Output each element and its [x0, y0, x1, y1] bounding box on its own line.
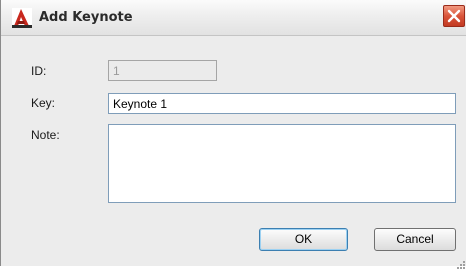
id-field — [108, 60, 217, 81]
window-title: Add Keynote — [39, 10, 133, 25]
id-label: ID: — [31, 64, 47, 78]
key-field[interactable] — [108, 93, 456, 114]
close-icon — [447, 9, 461, 23]
add-keynote-dialog: Add Keynote ID: Key: Note: OK Cancel — [0, 0, 466, 269]
resize-grip-icon[interactable] — [455, 254, 465, 269]
ok-button[interactable]: OK — [259, 228, 348, 251]
cancel-button[interactable]: Cancel — [374, 228, 456, 251]
note-field[interactable] — [108, 124, 456, 203]
key-label: Key: — [31, 96, 56, 110]
close-button[interactable] — [443, 5, 465, 27]
autocad-a-icon — [12, 8, 32, 28]
dialog-body: ID: Key: Note: OK Cancel — [1, 36, 466, 269]
note-label: Note: — [31, 128, 60, 142]
title-bar[interactable]: Add Keynote — [1, 0, 466, 36]
